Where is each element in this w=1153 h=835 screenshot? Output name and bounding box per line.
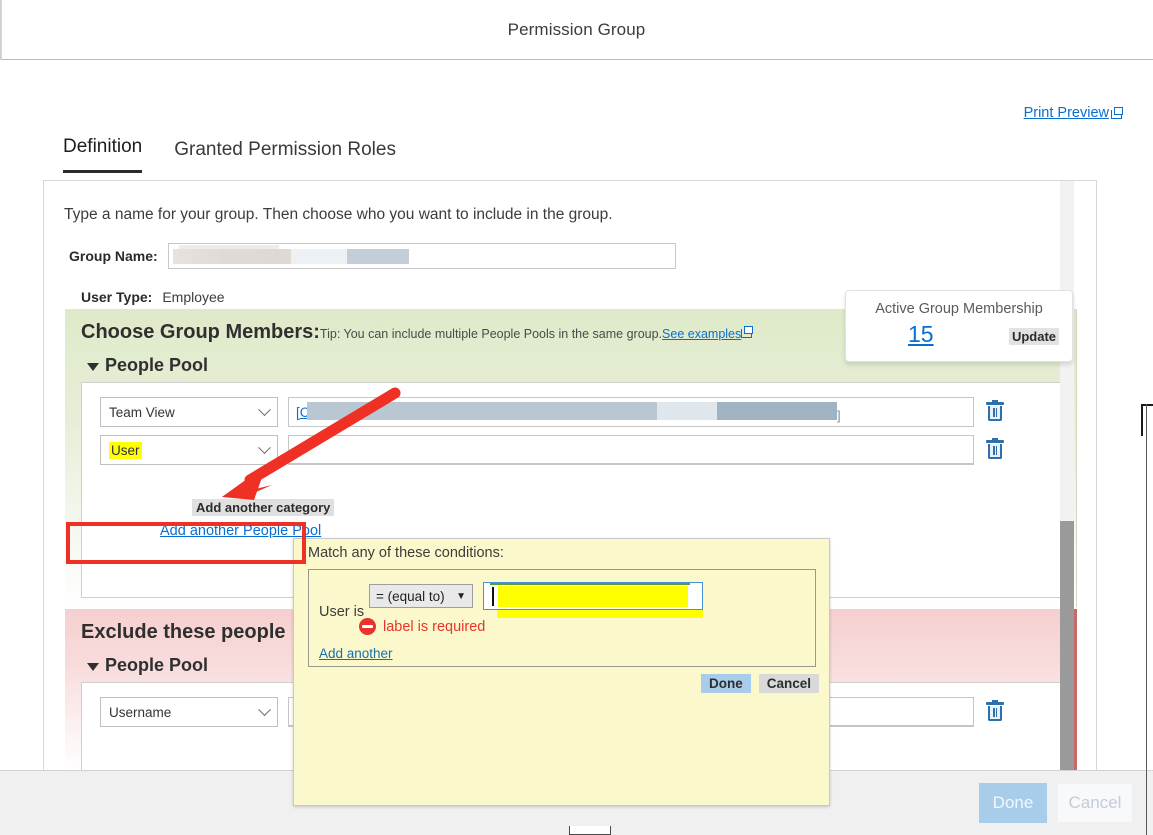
external-link-icon xyxy=(1111,107,1123,119)
condition-subject-label: User is xyxy=(319,604,365,620)
chevron-down-icon xyxy=(258,440,271,454)
category-select-user[interactable]: User xyxy=(100,435,278,465)
category-select-user-value: User xyxy=(109,441,142,459)
category-select-username[interactable]: Username xyxy=(100,697,278,727)
main-content: Print Preview Definition Granted Permiss… xyxy=(0,60,1153,806)
include-people-pool-label: People Pool xyxy=(105,355,209,375)
membership-update-button[interactable]: Update xyxy=(1008,328,1059,345)
condition-cancel-button[interactable]: Cancel xyxy=(758,674,819,693)
active-group-membership-card: Active Group Membership 15 Update xyxy=(845,290,1073,362)
add-another-people-pool-link[interactable]: Add another People Pool xyxy=(160,523,321,539)
group-name-label: Group Name: xyxy=(69,248,158,264)
input-yellow-highlight xyxy=(498,586,688,607)
include-people-pool-toggle[interactable]: People Pool xyxy=(87,355,208,376)
see-examples-link[interactable]: See examples xyxy=(662,327,741,341)
group-name-input[interactable] xyxy=(167,243,676,269)
condition-popup-title: Match any of these conditions: xyxy=(308,545,504,561)
cancel-button[interactable]: Cancel xyxy=(1057,783,1133,823)
external-link-icon xyxy=(741,326,754,338)
validation-error-text: label is required xyxy=(383,618,486,635)
user-type-value: Employee xyxy=(162,289,225,305)
include-tip-text: Tip: You can include multiple People Poo… xyxy=(319,327,663,341)
pool-value-redaction-2 xyxy=(657,402,717,420)
condition-row-box: User is = (equal to) ▼ label is required… xyxy=(308,569,816,667)
trash-icon[interactable] xyxy=(984,700,1006,724)
print-preview-label: Print Preview xyxy=(1023,105,1109,121)
tab-granted-permission-roles[interactable]: Granted Permission Roles xyxy=(174,139,396,173)
condition-value-input[interactable] xyxy=(483,582,703,610)
right-edge-fragment-2 xyxy=(1141,404,1143,436)
category-select-team-view-value: Team View xyxy=(109,404,175,420)
caret-down-icon xyxy=(87,662,99,671)
people-pool-value-input-2[interactable] xyxy=(288,435,974,465)
print-preview-link[interactable]: Print Preview xyxy=(1024,105,1123,121)
window-title-bar: Permission Group xyxy=(0,0,1153,60)
exclude-section-title: Exclude these people xyxy=(81,621,286,643)
include-section-header: Choose Group Members: Tip: You can inclu… xyxy=(81,321,754,344)
pool-value-redaction-3 xyxy=(717,402,837,420)
people-pool-value-input-1[interactable]: [C ] xyxy=(288,397,974,427)
vertical-scrollbar-thumb[interactable] xyxy=(1060,521,1074,770)
table-row: User xyxy=(100,435,1006,465)
validation-error: label is required xyxy=(359,618,485,635)
membership-count-link[interactable]: 15 xyxy=(908,321,934,348)
footer-actions: Done Cancel xyxy=(979,783,1133,823)
category-select-username-value: Username xyxy=(109,704,172,720)
trash-icon[interactable] xyxy=(984,400,1006,424)
condition-operator-select[interactable]: = (equal to) ▼ xyxy=(369,584,473,608)
app-window: Permission Group Print Preview Definitio… xyxy=(0,0,1153,835)
membership-title: Active Group Membership xyxy=(875,301,1043,317)
condition-popup: Match any of these conditions: User is =… xyxy=(293,538,830,806)
page-title: Permission Group xyxy=(507,19,646,39)
right-edge-rule xyxy=(1146,404,1147,835)
trash-icon[interactable] xyxy=(984,438,1006,462)
group-name-redaction-1 xyxy=(172,249,291,264)
category-select-team-view[interactable]: Team View xyxy=(100,397,278,427)
condition-operator-value: = (equal to) xyxy=(376,588,445,604)
exclude-people-pool-label: People Pool xyxy=(105,655,209,675)
tab-definition[interactable]: Definition xyxy=(63,136,143,173)
chevron-down-icon xyxy=(258,702,271,716)
add-another-condition-link[interactable]: Add another xyxy=(319,646,393,661)
group-name-redaction-2 xyxy=(290,249,347,264)
include-section-title: Choose Group Members: xyxy=(81,321,320,343)
group-name-row: Group Name: xyxy=(69,243,676,269)
caret-down-icon xyxy=(87,362,99,371)
condition-done-button[interactable]: Done xyxy=(700,674,751,693)
input-green-marker xyxy=(490,583,690,585)
exclude-people-pool-toggle[interactable]: People Pool xyxy=(87,655,208,676)
input-underline xyxy=(289,463,973,464)
condition-popup-actions: Done Cancel xyxy=(700,674,819,693)
bottom-edge-notch xyxy=(569,826,611,835)
pool-value-redaction-1 xyxy=(307,402,657,420)
done-button[interactable]: Done xyxy=(979,783,1047,823)
table-row: Team View [C ] xyxy=(100,397,1006,427)
user-type-row: User Type: Employee xyxy=(81,289,225,305)
text-cursor xyxy=(492,587,494,606)
add-another-category-button[interactable]: Add another category xyxy=(192,499,335,516)
highlight-spill xyxy=(497,610,703,618)
user-type-label: User Type: xyxy=(81,289,153,305)
group-name-redaction-3 xyxy=(346,249,409,264)
chevron-down-icon xyxy=(258,402,271,416)
pool-value-suffix: ] xyxy=(837,408,841,423)
intro-text: Type a name for your group. Then choose … xyxy=(64,206,613,223)
error-stop-icon xyxy=(359,618,376,635)
tab-bar: Definition Granted Permission Roles xyxy=(63,136,396,173)
include-section-tip: Tip: You can include multiple People Poo… xyxy=(319,326,754,341)
exclude-section-header: Exclude these people xyxy=(81,621,286,644)
caret-down-icon: ▼ xyxy=(456,590,466,602)
